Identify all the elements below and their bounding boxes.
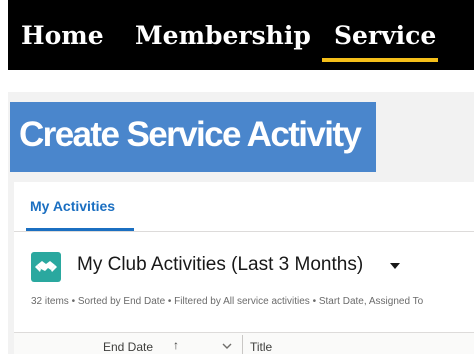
- list-view-dropdown-icon[interactable]: [388, 259, 402, 273]
- list-view-title[interactable]: My Club Activities (Last 3 Months): [77, 254, 363, 276]
- top-nav: Home Membership Service: [8, 0, 474, 70]
- table-header: [14, 332, 474, 354]
- nav-membership-link[interactable]: Membership: [135, 22, 311, 50]
- tab-my-activities[interactable]: My Activities: [30, 198, 115, 214]
- activity-list-icon: [31, 252, 61, 282]
- sort-ascending-icon[interactable]: ↑: [173, 338, 179, 352]
- handshake-icon: [35, 261, 57, 272]
- page-title: Create Service Activity: [19, 115, 362, 154]
- nav-service-link[interactable]: Service: [334, 22, 436, 50]
- nav-home-link[interactable]: Home: [21, 22, 104, 50]
- tab-bar-divider: [14, 231, 474, 232]
- nav-active-underline: [322, 58, 438, 62]
- column-menu-chevron-icon[interactable]: [221, 340, 233, 352]
- column-divider: [242, 335, 243, 354]
- column-header-title[interactable]: Title: [250, 340, 272, 354]
- column-header-end-date[interactable]: End Date: [103, 340, 153, 354]
- list-view-meta: 32 items • Sorted by End Date • Filtered…: [31, 296, 424, 307]
